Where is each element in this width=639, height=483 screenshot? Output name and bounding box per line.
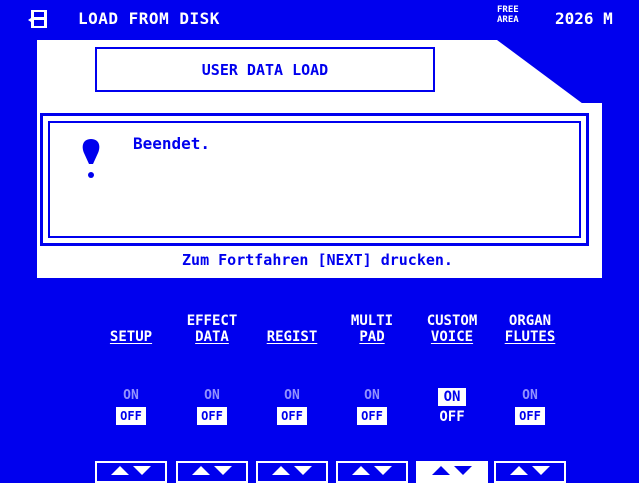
- on-off-toggle[interactable]: ON OFF: [91, 388, 171, 425]
- up-down-button[interactable]: [494, 461, 566, 483]
- up-down-button[interactable]: [95, 461, 167, 483]
- up-down-arrows-icon: [272, 466, 312, 475]
- param-label: EFFECT DATA: [172, 313, 252, 345]
- param-label-line-2: REGIST: [266, 329, 318, 345]
- param-label-line-2: PAD: [359, 329, 385, 345]
- param-label-line-1: EFFECT: [186, 313, 238, 329]
- param-label-line-2: DATA: [195, 329, 229, 345]
- on-off-toggle[interactable]: ON OFF: [172, 388, 252, 425]
- up-down-arrows-icon: [192, 466, 232, 475]
- toggle-off-option: OFF: [357, 407, 387, 425]
- disk-load-icon: [28, 10, 47, 28]
- up-down-button[interactable]: [256, 461, 328, 483]
- param-label: REGIST: [252, 313, 332, 345]
- param-label-line-2: FLUTES: [504, 329, 556, 345]
- message-text: Beendet.: [133, 134, 211, 153]
- up-down-arrows-icon: [352, 466, 392, 475]
- free-area-label: FREE AREA: [497, 5, 519, 25]
- toggle-on-option: ON: [364, 388, 380, 403]
- param-label-line-1: ORGAN: [508, 313, 552, 329]
- toggle-on-option: ON: [284, 388, 300, 403]
- param-label-line-1: [252, 313, 332, 329]
- up-down-arrows-icon: [432, 466, 472, 475]
- up-down-arrows-icon: [510, 466, 550, 475]
- toggle-on-option: ON: [204, 388, 220, 403]
- toggle-off-option: OFF: [116, 407, 146, 425]
- continue-prompt: Zum Fortfahren [NEXT] drucken.: [182, 251, 453, 269]
- exclamation-icon: [82, 139, 100, 178]
- free-area-value: 2026 M: [555, 9, 613, 28]
- toggle-off-option: OFF: [439, 409, 465, 425]
- page-title: LOAD FROM DISK: [78, 9, 220, 28]
- param-label-line-2: VOICE: [430, 329, 474, 345]
- toggle-off-option: OFF: [197, 407, 227, 425]
- toggle-on-option: ON: [437, 388, 467, 406]
- param-label: MULTI PAD: [332, 313, 412, 345]
- param-label: CUSTOM VOICE: [412, 313, 492, 345]
- param-label-line-2: SETUP: [109, 329, 153, 345]
- up-down-button[interactable]: [176, 461, 248, 483]
- param-label-line-1: [91, 313, 171, 329]
- on-off-toggle[interactable]: ON OFF: [332, 388, 412, 425]
- toggle-off-option: OFF: [277, 407, 307, 425]
- param-label: SETUP: [91, 313, 171, 345]
- up-down-arrows-icon: [111, 466, 151, 475]
- param-label: ORGAN FLUTES: [490, 313, 570, 345]
- up-down-button[interactable]: [336, 461, 408, 483]
- section-title: USER DATA LOAD: [95, 47, 435, 92]
- toggle-on-option: ON: [123, 388, 139, 403]
- message-box-inner: [48, 121, 581, 238]
- on-off-toggle[interactable]: ON OFF: [490, 388, 570, 425]
- on-off-toggle[interactable]: ON OFF: [412, 388, 492, 425]
- param-label-line-1: CUSTOM: [426, 313, 478, 329]
- toggle-on-option: ON: [522, 388, 538, 403]
- param-label-line-1: MULTI: [350, 313, 394, 329]
- toggle-off-option: OFF: [515, 407, 545, 425]
- on-off-toggle[interactable]: ON OFF: [252, 388, 332, 425]
- up-down-button[interactable]: [416, 461, 488, 483]
